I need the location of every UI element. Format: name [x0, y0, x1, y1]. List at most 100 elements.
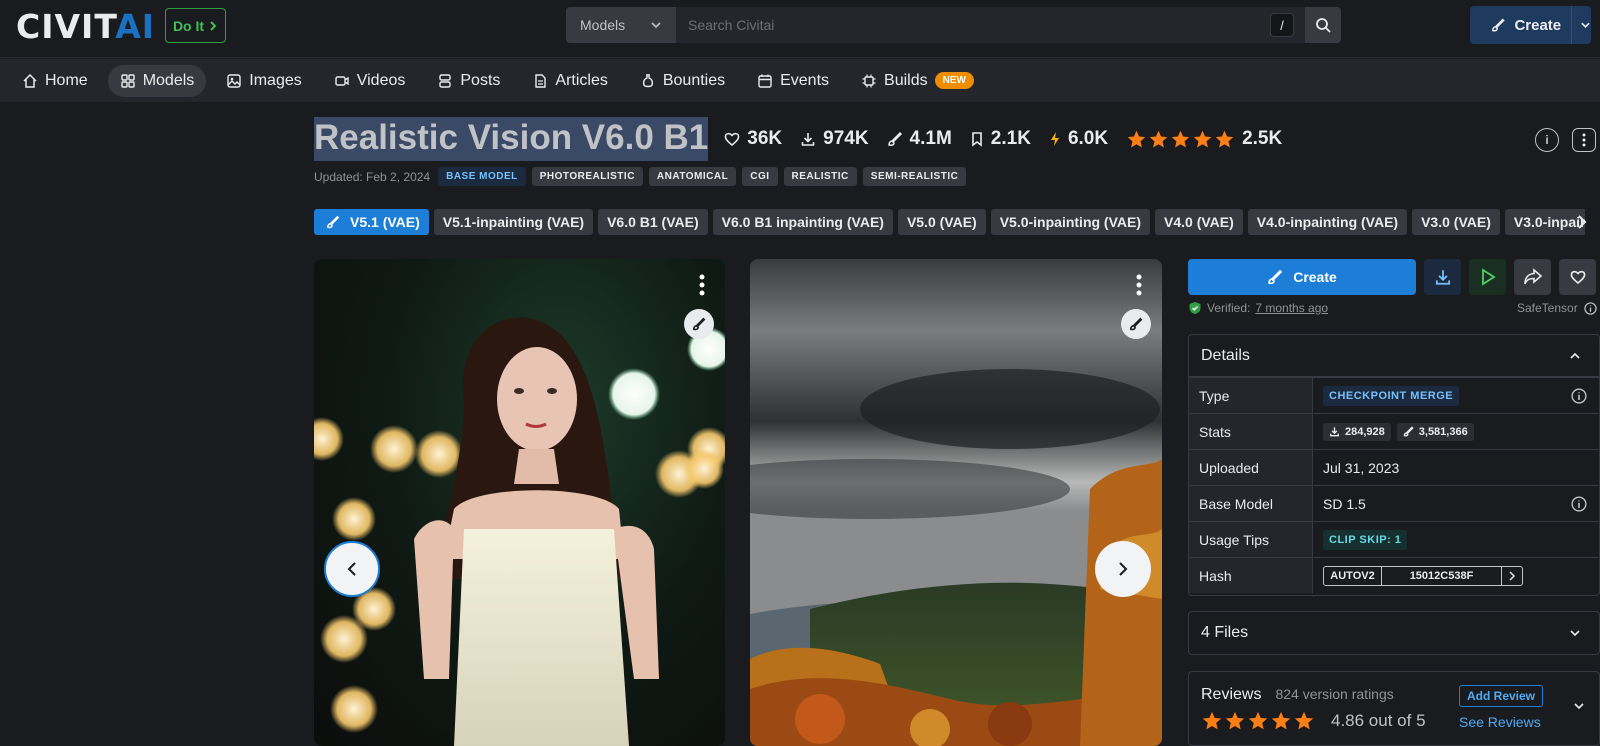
nav-events[interactable]: Events — [745, 65, 841, 97]
dots-vertical-icon[interactable] — [1136, 274, 1142, 296]
verified-date-link[interactable]: 7 months ago — [1255, 301, 1328, 315]
tag-badge[interactable]: PHOTOREALISTIC — [531, 167, 643, 186]
dots-vertical-icon[interactable] — [699, 274, 705, 296]
files-panel[interactable]: 4 Files — [1188, 611, 1600, 655]
hash-value[interactable]: 15012C538F — [1382, 566, 1502, 585]
details-row-type: Type CHECKPOINT MERGE — [1189, 377, 1599, 413]
tag-badge[interactable]: CGI — [742, 167, 778, 186]
search-input[interactable]: Search Civitai / — [676, 7, 1304, 43]
create-button[interactable]: Create — [1188, 259, 1416, 295]
favorite-button[interactable] — [1559, 259, 1596, 295]
star-icon — [1294, 711, 1314, 730]
nav-builds[interactable]: Builds NEW — [849, 65, 986, 97]
version-tab[interactable]: V5.1-inpainting (VAE) — [433, 209, 594, 235]
version-tab[interactable]: V3.0 (VAE) — [1412, 209, 1500, 235]
version-tab[interactable]: V5.0 (VAE) — [897, 209, 986, 235]
civitai-logo[interactable]: CIVITAI — [16, 9, 155, 45]
nav-posts[interactable]: Posts — [425, 65, 512, 97]
chevron-down-icon[interactable] — [1573, 702, 1585, 710]
generations-count: 3,581,366 — [1396, 422, 1474, 441]
hash-next-button[interactable] — [1502, 567, 1522, 585]
downloads-count: 284,928 — [1323, 422, 1391, 441]
landscape-image — [750, 259, 1162, 746]
nav-models[interactable]: Models — [107, 64, 207, 97]
version-tab[interactable]: V6.0 B1 (VAE) — [598, 209, 708, 235]
version-tab[interactable]: V5.0-inpainting (VAE) — [990, 209, 1151, 235]
likes-stat[interactable]: 36K — [724, 128, 782, 150]
star-icon — [1225, 711, 1245, 730]
details-row-uploaded: Uploaded Jul 31, 2023 — [1189, 449, 1599, 485]
updated-date: Updated: Feb 2, 2024 — [314, 169, 431, 184]
model-meta: Updated: Feb 2, 2024 BASE MODEL PHOTOREA… — [314, 167, 967, 186]
nav-images[interactable]: Images — [214, 65, 313, 97]
nav-articles[interactable]: Articles — [520, 65, 619, 97]
details-panel: Details Type CHECKPOINT MERGE Stats 284,… — [1188, 334, 1600, 596]
tag-badge[interactable]: SEMI-REALISTIC — [862, 167, 967, 186]
details-header[interactable]: Details — [1189, 335, 1599, 377]
info-icon[interactable] — [1571, 388, 1587, 404]
bolt-icon — [1050, 132, 1059, 146]
info-icon[interactable] — [1584, 301, 1597, 315]
dots-vertical-icon — [1582, 133, 1586, 147]
version-tab[interactable]: V6.0 B1 inpainting (VAE) — [712, 209, 893, 235]
share-button[interactable] — [1514, 259, 1551, 295]
search-bar: Models Search Civitai / — [566, 7, 1341, 43]
nav-home[interactable]: Home — [10, 65, 100, 97]
carousel-prev-button[interactable] — [324, 541, 380, 597]
brush-icon — [692, 317, 706, 331]
brush-icon — [327, 215, 340, 229]
generations-stat: 4.1M — [887, 128, 952, 150]
version-tabs: V5.1 (VAE) V5.1-inpainting (VAE) V6.0 B1… — [314, 209, 1585, 235]
chevron-left-icon — [347, 562, 356, 576]
tag-badge[interactable]: ANATOMICAL — [648, 167, 737, 186]
search-category-select[interactable]: Models — [566, 7, 676, 43]
generate-button[interactable] — [684, 309, 714, 339]
see-reviews-link[interactable]: See Reviews — [1459, 714, 1541, 730]
rating-stars — [1126, 129, 1235, 150]
preview-image[interactable] — [750, 259, 1162, 746]
preview-image[interactable] — [314, 259, 725, 746]
create-menu-button[interactable]: Create — [1470, 6, 1591, 44]
info-icon[interactable] — [1571, 496, 1587, 512]
reviews-count: 824 version ratings — [1275, 686, 1394, 702]
video-icon — [335, 75, 349, 86]
star-icon — [1171, 130, 1190, 147]
details-row-stats: Stats 284,928 3,581,366 — [1189, 413, 1599, 449]
article-icon — [535, 73, 547, 88]
hash-type[interactable]: AUTOV2 — [1324, 566, 1382, 585]
version-tab[interactable]: V4.0 (VAE) — [1155, 209, 1243, 235]
reviews-panel: Reviews 824 version ratings 4.86 out of … — [1188, 671, 1600, 746]
cpu-icon — [862, 74, 876, 87]
nav-videos[interactable]: Videos — [322, 65, 418, 97]
star-icon — [1127, 130, 1146, 147]
info-icon[interactable]: i — [1535, 128, 1559, 152]
hash-box[interactable]: AUTOV2 15012C538F — [1323, 565, 1523, 586]
version-tab[interactable]: V5.1 (VAE) — [314, 209, 429, 235]
carousel-next-button[interactable] — [1095, 541, 1151, 597]
safetensor-label: SafeTensor — [1517, 301, 1597, 315]
nav-bounties[interactable]: Bounties — [628, 65, 737, 97]
chevron-up-icon — [1570, 352, 1580, 359]
downloads-stat: 974K — [800, 128, 869, 150]
bookmarks-stat[interactable]: 2.1K — [970, 128, 1031, 150]
base-model-badge: BASE MODEL — [438, 167, 526, 186]
download-button[interactable] — [1424, 259, 1461, 295]
run-button[interactable] — [1469, 259, 1506, 295]
rating-stat[interactable]: 2.5K — [1126, 128, 1282, 150]
chevron-right-icon — [1509, 570, 1516, 581]
version-tab[interactable]: V4.0-inpainting (VAE) — [1247, 209, 1408, 235]
generate-button[interactable] — [1121, 309, 1151, 339]
add-review-button[interactable]: Add Review — [1459, 685, 1544, 707]
do-it-button[interactable]: Do It — [165, 8, 226, 43]
version-tab[interactable]: V3.0-inpainting — [1504, 209, 1585, 235]
tag-badge[interactable]: REALISTIC — [783, 167, 857, 186]
star-icon — [1149, 130, 1168, 147]
chevron-right-icon[interactable] — [1576, 213, 1588, 231]
buzz-stat[interactable]: 6.0K — [1049, 128, 1108, 150]
search-button[interactable] — [1304, 7, 1341, 43]
more-menu-button[interactable] — [1572, 128, 1596, 152]
bounty-icon — [642, 73, 653, 87]
clip-skip-badge: CLIP SKIP: 1 — [1323, 529, 1408, 550]
reviews-title: Reviews — [1201, 686, 1262, 703]
brush-icon — [887, 131, 902, 146]
